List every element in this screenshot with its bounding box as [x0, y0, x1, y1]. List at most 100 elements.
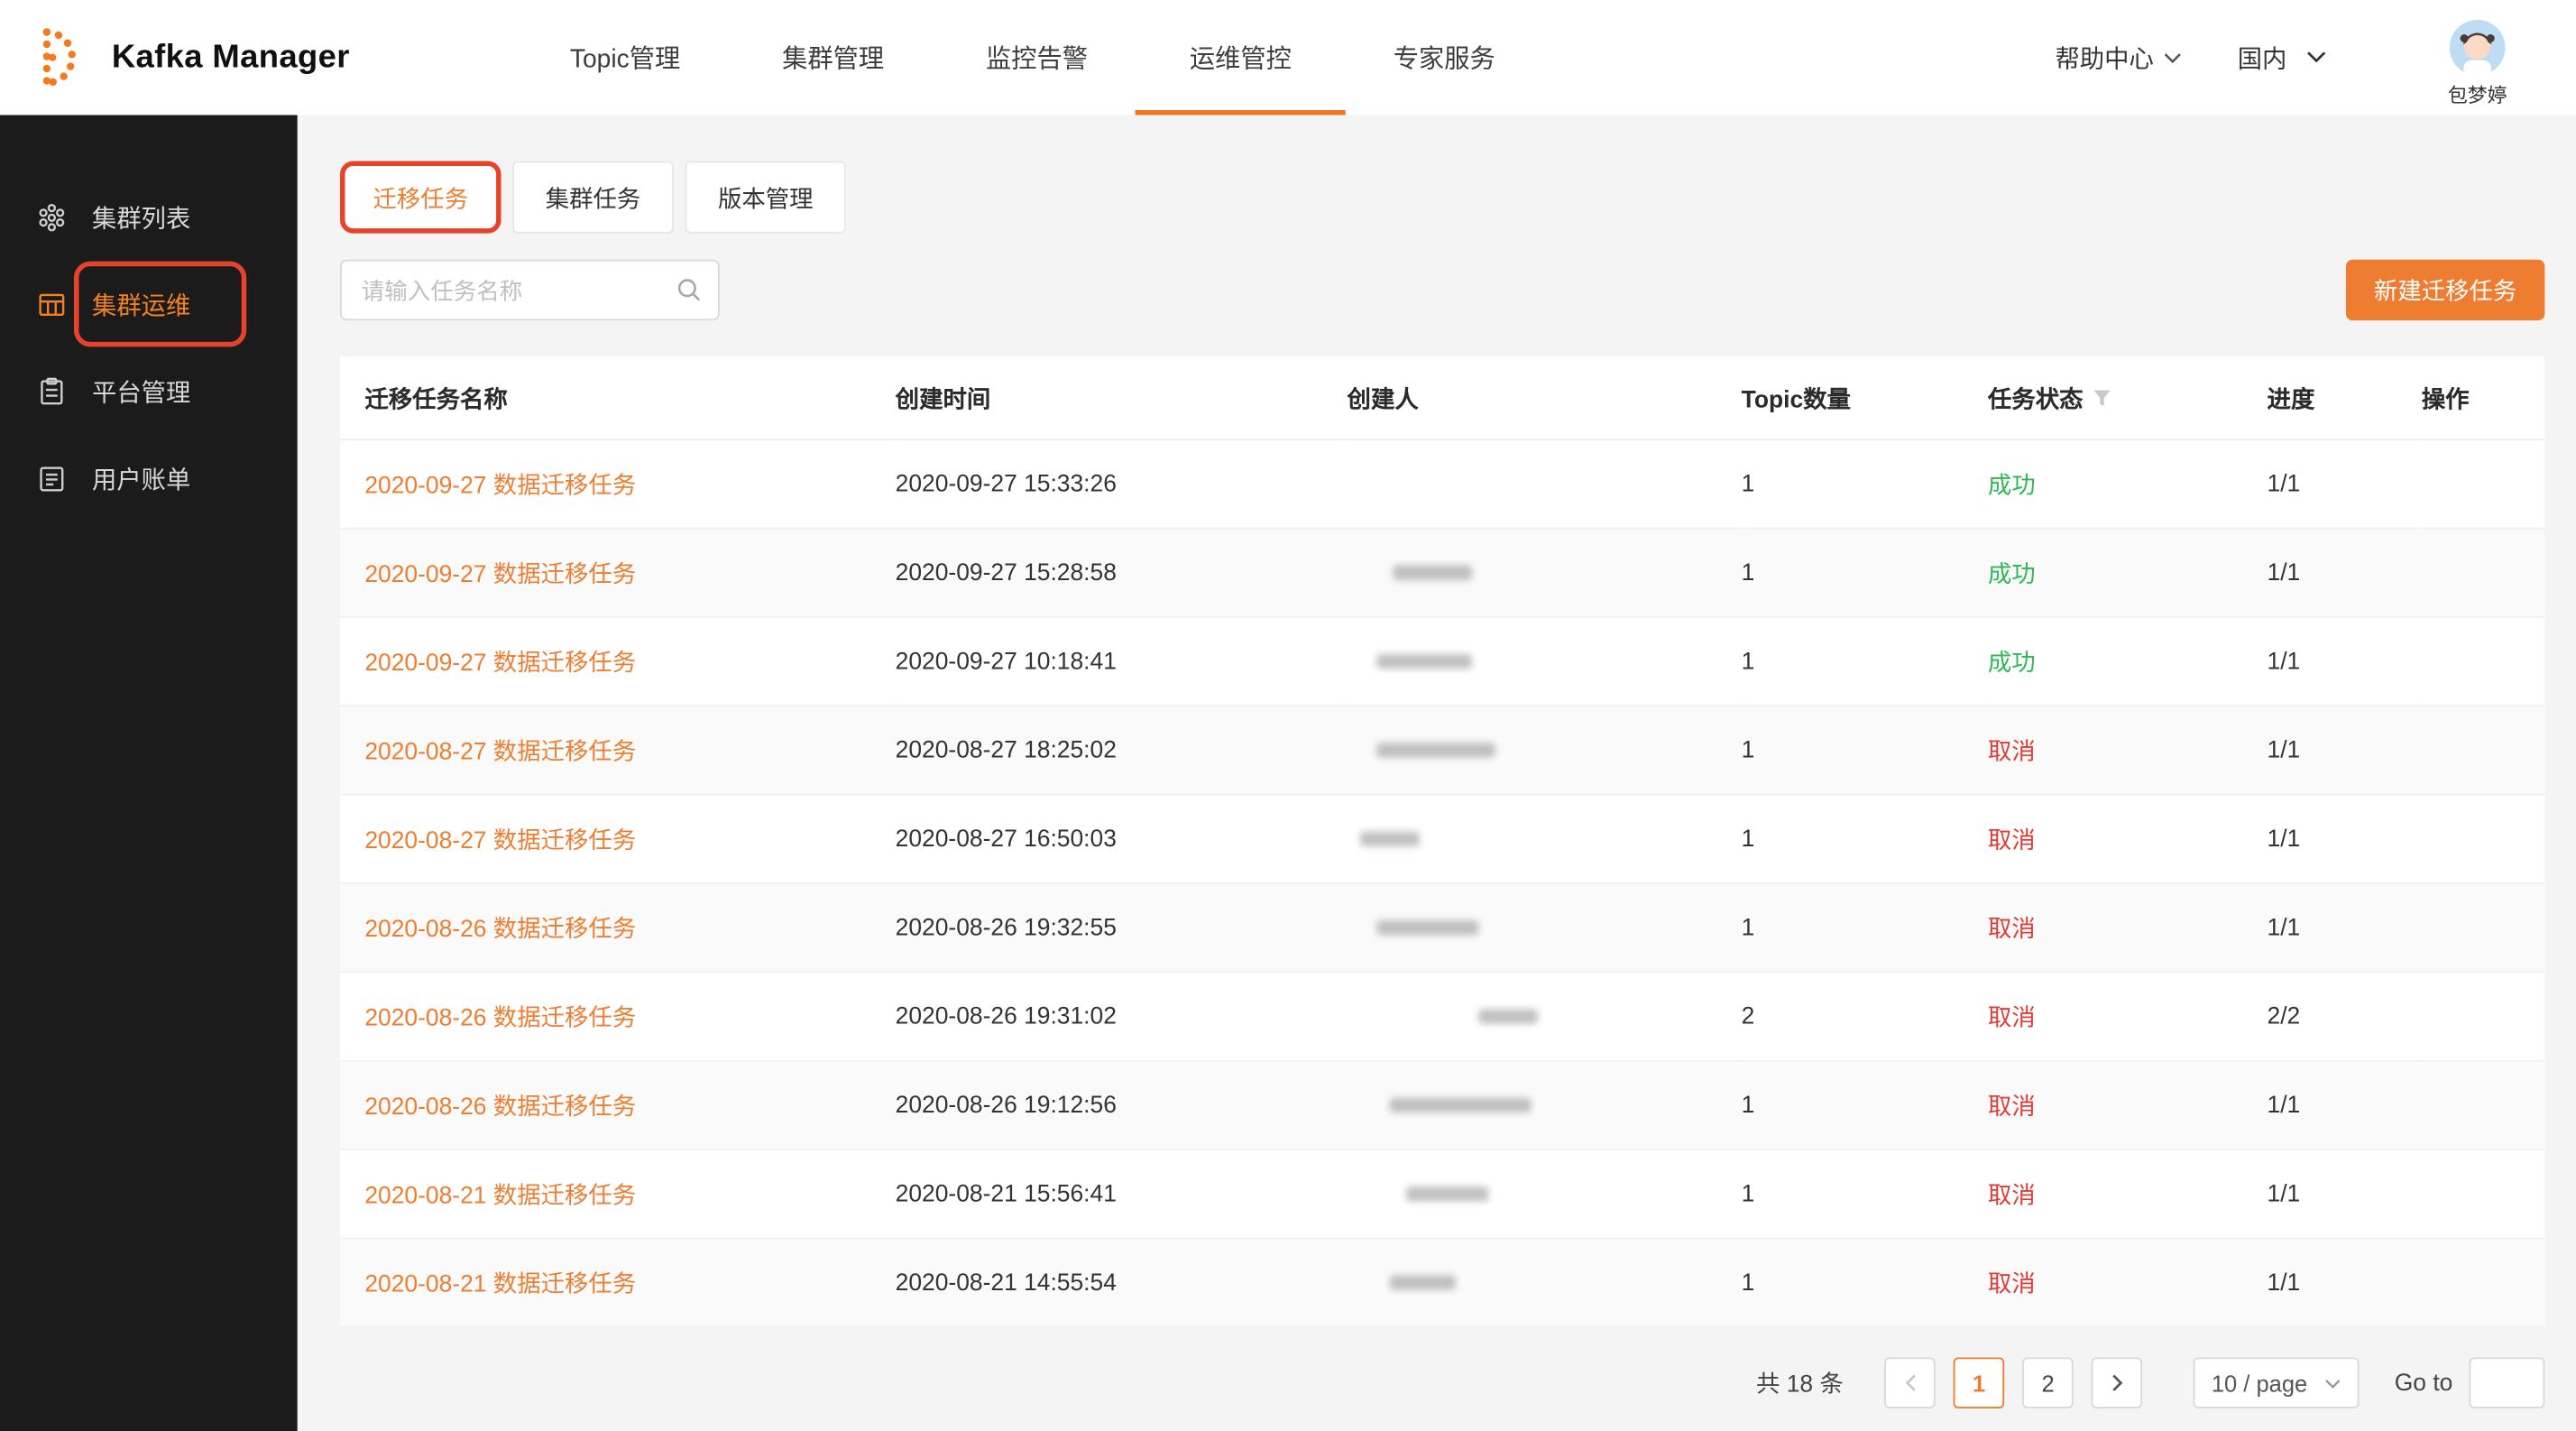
- col-task-name: 迁移任务名称: [340, 356, 896, 439]
- status-badge: 成功: [1988, 651, 2036, 677]
- table-row: 2020-09-27 数据迁移任务 2020-09-27 15:33:26 1 …: [340, 439, 2544, 528]
- table-row: 2020-08-26 数据迁移任务 2020-08-26 19:31:02 2 …: [340, 972, 2544, 1060]
- nav-ops-control[interactable]: 运维管控: [1190, 0, 1292, 115]
- status-cell: 取消: [1988, 972, 2268, 1060]
- actions-cell: [2422, 529, 2545, 617]
- nav-topic-management[interactable]: Topic管理: [570, 0, 680, 115]
- creator-cell: [1348, 883, 1742, 972]
- status-cell: 取消: [1988, 795, 2268, 883]
- nav-label: 运维管控: [1190, 40, 1292, 76]
- table-body: 2020-09-27 数据迁移任务 2020-09-27 15:33:26 1 …: [340, 439, 2544, 1327]
- actions-cell: [2422, 795, 2545, 883]
- table-row: 2020-08-21 数据迁移任务 2020-08-21 15:56:41 1 …: [340, 1149, 2544, 1238]
- tab-label: 版本管理: [718, 180, 814, 214]
- app-logo-icon: [23, 22, 95, 94]
- topic-count: 1: [1742, 1149, 1988, 1238]
- search-input[interactable]: [340, 260, 720, 320]
- cluster-list-icon: [36, 201, 68, 233]
- col-created-time: 创建时间: [896, 356, 1348, 439]
- col-topic-count: Topic数量: [1742, 356, 1988, 439]
- progress-value: 1/1: [2268, 883, 2422, 972]
- sidebar-item-cluster-list[interactable]: 集群列表: [0, 180, 298, 253]
- table-row: 2020-09-27 数据迁移任务 2020-09-27 15:28:58 1 …: [340, 529, 2544, 617]
- sidebar-item-platform-management[interactable]: 平台管理: [0, 355, 298, 427]
- actions-cell: [2422, 972, 2545, 1060]
- table-row: 2020-08-27 数据迁移任务 2020-08-27 16:50:03 1 …: [340, 795, 2544, 883]
- col-progress: 进度: [2268, 356, 2422, 439]
- status-filter-icon[interactable]: [2093, 388, 2111, 414]
- task-name-link[interactable]: 2020-08-26 数据迁移任务: [364, 1006, 636, 1032]
- task-name-cell: 2020-08-27 数据迁移任务: [340, 795, 896, 883]
- actions-cell: [2422, 439, 2545, 528]
- new-migration-task-button[interactable]: 新建迁移任务: [2346, 260, 2544, 320]
- tab-migration-tasks[interactable]: 迁移任务: [340, 161, 501, 233]
- created-time: 2020-08-21 15:56:41: [896, 1149, 1348, 1238]
- status-badge: 取消: [1988, 1094, 2036, 1121]
- task-name-link[interactable]: 2020-09-27 数据迁移任务: [364, 651, 636, 677]
- sidebar-item-label: 集群运维: [92, 287, 190, 321]
- creator-cell: [1348, 795, 1742, 883]
- region-selector[interactable]: 国内: [2238, 41, 2326, 75]
- task-name-link[interactable]: 2020-08-27 数据迁移任务: [364, 740, 636, 766]
- status-cell: 取消: [1988, 883, 2268, 972]
- progress-value: 1/1: [2268, 1238, 2422, 1326]
- created-time: 2020-08-27 18:25:02: [896, 706, 1348, 794]
- col-task-status-label: 任务状态: [1988, 388, 2084, 414]
- nav-cluster-management[interactable]: 集群管理: [782, 0, 884, 115]
- created-time: 2020-08-26 19:12:56: [896, 1061, 1348, 1149]
- task-name-link[interactable]: 2020-08-21 数据迁移任务: [364, 1272, 636, 1298]
- tab-cluster-tasks[interactable]: 集群任务: [512, 161, 673, 233]
- user-box: 包梦婷: [2448, 20, 2507, 108]
- pagination-next-button[interactable]: [2092, 1357, 2142, 1408]
- table-row: 2020-09-27 数据迁移任务 2020-09-27 10:18:41 1 …: [340, 617, 2544, 706]
- cluster-ops-icon: [36, 289, 68, 320]
- page-size-select[interactable]: 10 / page: [2194, 1357, 2359, 1408]
- table-header-row: 迁移任务名称 创建时间 创建人 Topic数量 任务状态 进度 操作: [340, 356, 2544, 439]
- sidebar-item-cluster-ops[interactable]: 集群运维: [0, 268, 298, 340]
- creator-cell: [1348, 972, 1742, 1060]
- task-name-link[interactable]: 2020-09-27 数据迁移任务: [364, 562, 636, 588]
- nav-expert-service[interactable]: 专家服务: [1394, 0, 1495, 115]
- status-badge: 取消: [1988, 1006, 2036, 1032]
- status-cell: 取消: [1988, 1149, 2268, 1238]
- sidebar-item-label: 用户账单: [92, 461, 190, 495]
- status-cell: 取消: [1988, 706, 2268, 794]
- task-name-link[interactable]: 2020-08-26 数据迁移任务: [364, 1094, 636, 1121]
- task-name-link[interactable]: 2020-08-21 数据迁移任务: [364, 1183, 636, 1209]
- table-row: 2020-08-27 数据迁移任务 2020-08-27 18:25:02 1 …: [340, 706, 2544, 794]
- task-name-cell: 2020-08-26 数据迁移任务: [340, 972, 896, 1060]
- tab-version-management[interactable]: 版本管理: [685, 161, 846, 233]
- nav-monitoring-alerts[interactable]: 监控告警: [986, 0, 1088, 115]
- task-name-link[interactable]: 2020-08-27 数据迁移任务: [364, 828, 636, 854]
- pagination-prev-button[interactable]: [1884, 1357, 1935, 1408]
- task-name-cell: 2020-08-26 数据迁移任务: [340, 1061, 896, 1149]
- app-title: Kafka Manager: [112, 39, 350, 77]
- pagination-page-2[interactable]: 2: [2022, 1357, 2073, 1408]
- creator-redacted: [1376, 920, 1478, 935]
- help-center-menu[interactable]: 帮助中心: [2055, 41, 2181, 75]
- created-time: 2020-08-26 19:32:55: [896, 883, 1348, 972]
- creator-cell: [1348, 706, 1742, 794]
- tab-label: 集群任务: [546, 180, 641, 214]
- pagination-page-1[interactable]: 1: [1954, 1357, 2004, 1408]
- creator-redacted: [1406, 1186, 1488, 1201]
- brand[interactable]: Kafka Manager: [23, 22, 349, 94]
- col-creator: 创建人: [1348, 356, 1742, 439]
- task-name-link[interactable]: 2020-09-27 数据迁移任务: [364, 474, 636, 500]
- task-name-link[interactable]: 2020-08-26 数据迁移任务: [364, 917, 636, 943]
- user-avatar[interactable]: [2450, 20, 2506, 76]
- help-center-label: 帮助中心: [2055, 41, 2153, 75]
- sidebar-item-user-billing[interactable]: 用户账单: [0, 442, 298, 514]
- topic-count: 1: [1742, 1238, 1988, 1326]
- creator-cell: [1348, 529, 1742, 617]
- region-label: 国内: [2238, 41, 2287, 75]
- progress-value: 1/1: [2268, 795, 2422, 883]
- status-cell: 取消: [1988, 1238, 2268, 1326]
- chevron-down-icon: [2164, 51, 2182, 63]
- creator-cell: [1348, 1238, 1742, 1326]
- topic-count: 1: [1742, 883, 1988, 972]
- topic-count: 1: [1742, 1061, 1988, 1149]
- creator-cell: [1348, 617, 1742, 706]
- task-name-cell: 2020-09-27 数据迁移任务: [340, 529, 896, 617]
- goto-page-input[interactable]: [2470, 1357, 2545, 1408]
